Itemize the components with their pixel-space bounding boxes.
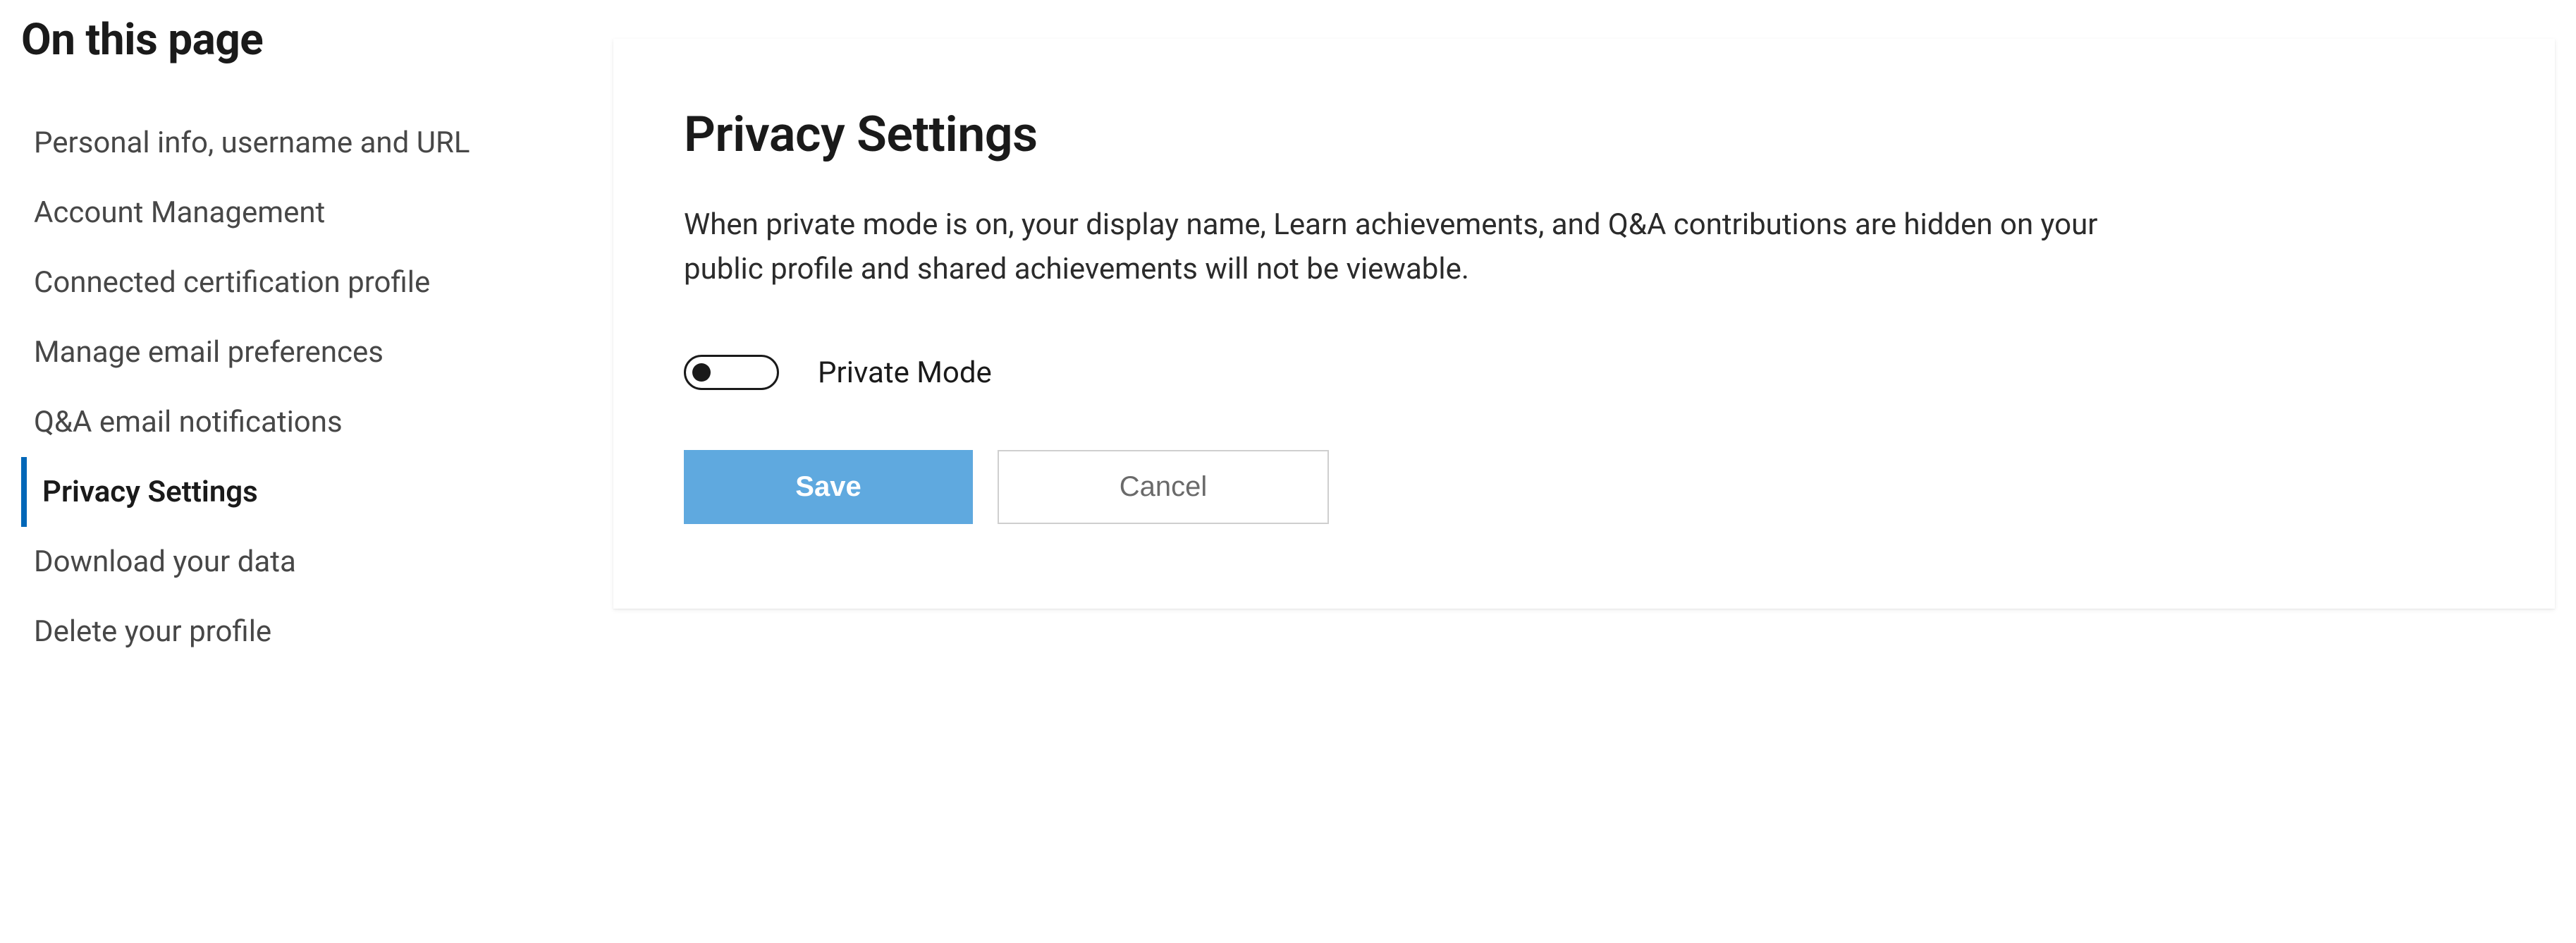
sidebar-item-account-management[interactable]: Account Management xyxy=(21,178,585,248)
private-mode-toggle[interactable] xyxy=(684,355,779,390)
sidebar-item-personal-info[interactable]: Personal info, username and URL xyxy=(21,108,585,178)
sidebar-title: On this page xyxy=(21,14,585,66)
settings-panel: Privacy Settings When private mode is on… xyxy=(613,39,2555,609)
sidebar-item-manage-email[interactable]: Manage email preferences xyxy=(21,317,585,387)
toggle-knob xyxy=(692,363,711,382)
on-this-page-sidebar: On this page Personal info, username and… xyxy=(21,14,613,929)
sidebar-item-connected-certification[interactable]: Connected certification profile xyxy=(21,248,585,317)
sidebar-item-download-data[interactable]: Download your data xyxy=(21,527,585,597)
cancel-button[interactable]: Cancel xyxy=(998,450,1329,524)
private-mode-label: Private Mode xyxy=(818,355,992,390)
save-button[interactable]: Save xyxy=(684,450,973,524)
panel-description: When private mode is on, your display na… xyxy=(684,202,2164,291)
private-mode-row: Private Mode xyxy=(684,355,2484,390)
sidebar-item-delete-profile[interactable]: Delete your profile xyxy=(21,597,585,667)
button-row: Save Cancel xyxy=(684,450,2484,524)
sidebar-nav-list: Personal info, username and URL Account … xyxy=(21,108,585,667)
panel-title: Privacy Settings xyxy=(684,106,2484,164)
sidebar-item-qa-email[interactable]: Q&A email notifications xyxy=(21,387,585,457)
sidebar-item-privacy-settings[interactable]: Privacy Settings xyxy=(21,457,585,527)
